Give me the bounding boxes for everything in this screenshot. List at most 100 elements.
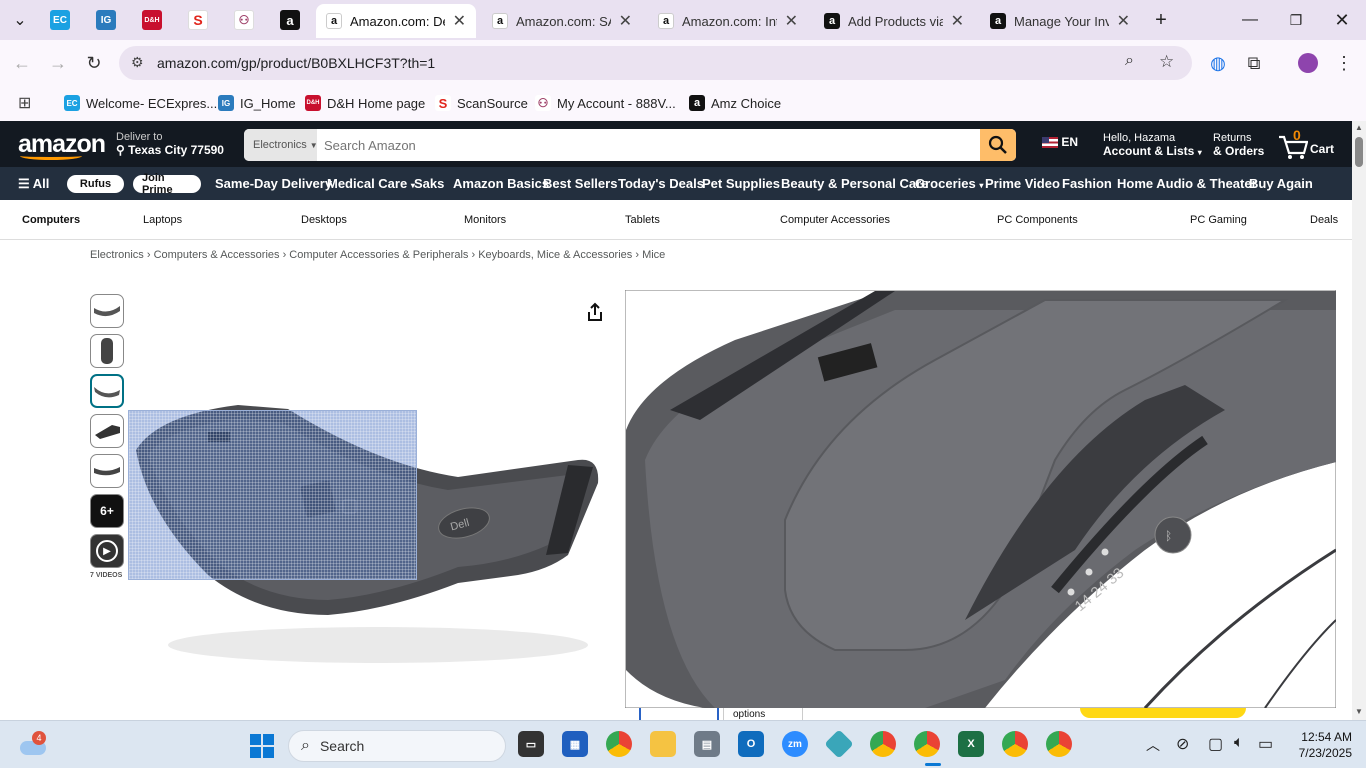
tab-amazon-sat[interactable]: a Amazon.com: SAT ✕ bbox=[482, 4, 642, 38]
tray-display-icon[interactable]: ▢ bbox=[1208, 734, 1223, 754]
breadcrumb-item[interactable]: Electronics bbox=[90, 249, 144, 261]
category-pc-gaming[interactable]: PC Gaming bbox=[1190, 214, 1247, 226]
file-explorer-icon[interactable] bbox=[650, 731, 676, 757]
share-icon[interactable] bbox=[586, 302, 604, 322]
pinned-ec-icon[interactable]: EC bbox=[50, 10, 70, 30]
pinned-amazon-icon[interactable]: a bbox=[280, 10, 300, 30]
bookmark-ecexpress[interactable]: EC Welcome- ECExpres... bbox=[64, 92, 217, 114]
tray-chevron-up-icon[interactable]: ︿ bbox=[1146, 735, 1160, 755]
nav-beauty-personal-care[interactable]: Beauty & Personal Care bbox=[781, 176, 928, 191]
nav-same-day-delivery[interactable]: Same-Day Delivery bbox=[215, 176, 332, 191]
close-tab-icon[interactable]: ✕ bbox=[951, 11, 964, 31]
weather-widget[interactable]: 4 bbox=[18, 731, 48, 759]
language-selector[interactable]: EN bbox=[1042, 136, 1078, 149]
calculator-icon[interactable]: ▤ bbox=[694, 731, 720, 757]
category-monitors[interactable]: Monitors bbox=[464, 214, 506, 226]
tray-speaker-icon[interactable]: 🔈︎ bbox=[1234, 734, 1244, 752]
bookmark-ig-home[interactable]: IG IG_Home bbox=[218, 92, 296, 114]
nav-amazon-basics[interactable]: Amazon Basics bbox=[453, 176, 549, 191]
extension-globe-icon[interactable]: ◍ bbox=[1205, 50, 1231, 76]
zoom-app-icon[interactable]: zm bbox=[782, 731, 808, 757]
breadcrumb-item[interactable]: Computers & Accessories bbox=[154, 249, 280, 261]
thumbnail-video[interactable]: ▶ bbox=[90, 534, 124, 568]
bookmark-dh-home[interactable]: D&H D&H Home page bbox=[305, 92, 425, 114]
bookmark-my-account[interactable]: ⚇ My Account - 888V... bbox=[535, 92, 676, 114]
forward-arrow-icon[interactable]: → bbox=[45, 50, 71, 76]
tab-search-chevron-icon[interactable]: ⌄ bbox=[8, 8, 32, 32]
bookmark-star-icon[interactable]: ☆ bbox=[1159, 52, 1174, 72]
chrome-icon[interactable] bbox=[606, 731, 632, 757]
nav-home-audio-theater[interactable]: Home Audio & Theater bbox=[1117, 176, 1257, 191]
thumbnail-2[interactable] bbox=[90, 334, 124, 368]
store-icon[interactable]: ▦ bbox=[562, 731, 588, 757]
category-pc-components[interactable]: PC Components bbox=[997, 214, 1078, 226]
zoom-lens-overlay[interactable] bbox=[128, 410, 417, 580]
bookmark-amz-choice[interactable]: a Amz Choice bbox=[689, 92, 781, 114]
app-diamond-icon[interactable] bbox=[824, 729, 854, 759]
close-tab-icon[interactable]: ✕ bbox=[1117, 11, 1130, 31]
breadcrumb-item[interactable]: Computer Accessories & Peripherals bbox=[289, 249, 468, 261]
returns-orders[interactable]: Returns & Orders bbox=[1213, 132, 1264, 158]
taskbar-clock[interactable]: 12:54 AM 7/23/2025 bbox=[1286, 729, 1352, 761]
bookmark-scansource[interactable]: S ScanSource bbox=[435, 92, 528, 114]
chrome-profile-3-icon[interactable] bbox=[1046, 731, 1072, 757]
thumbnail-5[interactable] bbox=[90, 454, 124, 488]
category-computers[interactable]: Computers bbox=[22, 214, 80, 226]
taskbar-search[interactable]: ⌕ Search bbox=[288, 730, 506, 762]
close-tab-icon[interactable]: ✕ bbox=[453, 11, 466, 31]
close-tab-icon[interactable]: ✕ bbox=[785, 11, 798, 31]
breadcrumb-item[interactable]: Keyboards, Mice & Accessories bbox=[478, 249, 632, 261]
thumbnail-more[interactable]: 6+ bbox=[90, 494, 124, 528]
task-view-icon[interactable]: ▭ bbox=[518, 731, 544, 757]
outlook-icon[interactable]: O bbox=[738, 731, 764, 757]
tab-amazon-dell[interactable]: a Amazon.com: Del ✕ bbox=[316, 4, 476, 38]
extensions-puzzle-icon[interactable]: ⧉ bbox=[1241, 50, 1267, 76]
chrome-profile-icon[interactable] bbox=[870, 731, 896, 757]
nav-pet-supplies[interactable]: Pet Supplies bbox=[702, 176, 780, 191]
tab-amazon-inte[interactable]: a Amazon.com: Inte ✕ bbox=[648, 4, 808, 38]
breadcrumb-item[interactable]: Mice bbox=[642, 249, 665, 261]
new-tab-plus-icon[interactable]: + bbox=[1149, 8, 1173, 32]
browser-menu-icon[interactable]: ⋮ bbox=[1331, 50, 1357, 76]
close-tab-icon[interactable]: ✕ bbox=[619, 11, 632, 31]
site-info-icon[interactable]: ⚙ bbox=[131, 54, 144, 71]
deliver-to[interactable]: Deliver to ⚲ Texas City 77590 bbox=[116, 131, 224, 157]
pinned-scansource-icon[interactable]: S bbox=[188, 10, 208, 30]
pinned-ig-icon[interactable]: IG bbox=[96, 10, 116, 30]
category-computer-accessories[interactable]: Computer Accessories bbox=[780, 214, 890, 226]
tray-sync-off-icon[interactable]: ⊘ bbox=[1176, 734, 1189, 754]
nav-buy-again[interactable]: Buy Again bbox=[1249, 176, 1313, 191]
profile-avatar[interactable] bbox=[1295, 50, 1321, 76]
search-button[interactable] bbox=[980, 129, 1016, 161]
zoom-magnifier-icon[interactable]: ⌕ bbox=[1125, 52, 1134, 70]
all-menu-button[interactable]: ☰ All bbox=[18, 176, 49, 192]
chrome-profile-2-icon[interactable] bbox=[1002, 731, 1028, 757]
account-lists[interactable]: Hello, Hazama Account & Lists ▾ bbox=[1103, 132, 1202, 159]
apps-grid-icon[interactable]: ⊞ bbox=[18, 92, 31, 114]
close-window-icon[interactable]: ✕ bbox=[1330, 8, 1354, 32]
minimize-icon[interactable]: — bbox=[1238, 8, 1262, 32]
tab-manage-inventory[interactable]: a Manage Your Inve ✕ bbox=[980, 4, 1140, 38]
nav-best-sellers[interactable]: Best Sellers bbox=[543, 176, 617, 191]
reload-icon[interactable]: ↻ bbox=[81, 50, 107, 76]
rufus-button[interactable]: Rufus bbox=[67, 175, 124, 193]
page-scrollbar[interactable]: ▲ ▼ bbox=[1352, 121, 1366, 720]
thumbnail-3-selected[interactable] bbox=[90, 374, 124, 408]
address-bar[interactable]: ⚙ amazon.com/gp/product/B0BXLHCF3T?th=1 … bbox=[119, 46, 1192, 80]
restore-icon[interactable]: ❐ bbox=[1284, 8, 1308, 32]
category-laptops[interactable]: Laptops bbox=[143, 214, 182, 226]
category-desktops[interactable]: Desktops bbox=[301, 214, 347, 226]
back-arrow-icon[interactable]: ← bbox=[9, 50, 35, 76]
tray-battery-icon[interactable]: ▭ bbox=[1258, 734, 1273, 754]
category-tablets[interactable]: Tablets bbox=[625, 214, 660, 226]
nav-medical-care[interactable]: Medical Care ▾ bbox=[327, 176, 415, 191]
pinned-myaccount-icon[interactable]: ⚇ bbox=[234, 10, 254, 30]
chrome-active-icon[interactable] bbox=[914, 731, 940, 757]
scroll-up-icon[interactable]: ▲ bbox=[1355, 123, 1363, 132]
tab-add-products[interactable]: a Add Products via ✕ bbox=[814, 4, 974, 38]
nav-fashion[interactable]: Fashion bbox=[1062, 176, 1112, 191]
thumbnail-1[interactable] bbox=[90, 294, 124, 328]
scrollbar-thumb[interactable] bbox=[1355, 137, 1363, 167]
nav-todays-deals[interactable]: Today's Deals bbox=[618, 176, 704, 191]
search-input[interactable] bbox=[317, 129, 980, 161]
